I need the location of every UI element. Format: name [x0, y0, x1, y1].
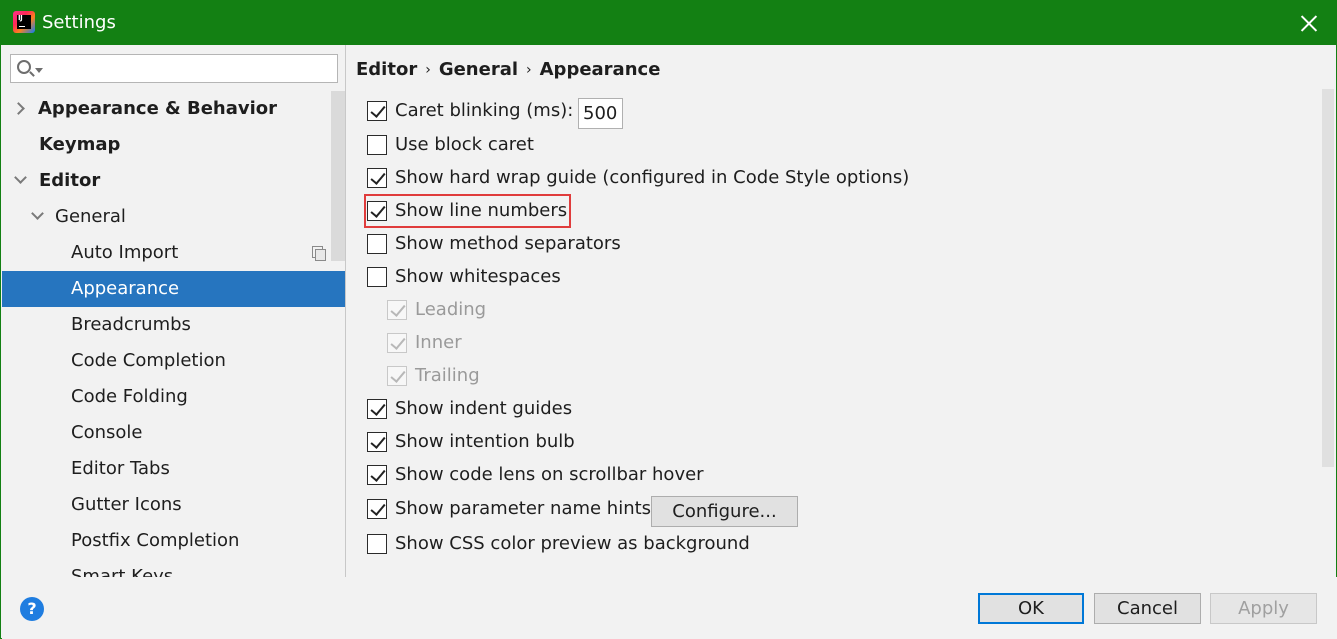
tree-item-label: Appearance: [71, 278, 180, 299]
dialog-footer: ? OK Cancel Apply: [2, 577, 1337, 639]
close-icon[interactable]: [1298, 12, 1320, 34]
option-label: Inner: [415, 332, 462, 353]
tree-item-general[interactable]: General: [2, 199, 330, 235]
ok-button[interactable]: OK: [978, 593, 1084, 624]
settings-tree-pane: Appearance & Behavior Keymap Editor Gene…: [2, 45, 346, 577]
tree-item-label: General: [55, 206, 126, 227]
tree-item-console[interactable]: Console: [2, 415, 330, 451]
tree-item-label: Gutter Icons: [71, 494, 182, 515]
tree-scrollbar[interactable]: [331, 91, 345, 261]
checkbox[interactable]: [367, 499, 387, 519]
tree-item-label: Postfix Completion: [71, 530, 240, 551]
apply-button: Apply: [1210, 593, 1317, 624]
tree-item-appearance[interactable]: Appearance: [2, 271, 345, 307]
tree-item-editor-tabs[interactable]: Editor Tabs: [2, 451, 330, 487]
configure-button[interactable]: Configure...: [651, 496, 798, 527]
option-label: Show parameter name hints: [395, 498, 652, 519]
tree-item-smart-keys[interactable]: Smart Keys: [2, 559, 330, 577]
checkbox[interactable]: [367, 534, 387, 554]
tree-item-auto-import[interactable]: Auto Import: [2, 235, 330, 271]
chevron-down-icon[interactable]: [31, 207, 44, 220]
settings-dialog: Settings Appearance & Behavior Keymap Ed…: [0, 0, 1337, 639]
settings-content-pane: Editor › General › Appearance Caret blinking…: [347, 45, 1336, 577]
chevron-down-icon[interactable]: [14, 171, 27, 184]
tree-item-label: Code Folding: [71, 386, 188, 407]
caret-blinking-ms-field[interactable]: 500: [578, 98, 623, 129]
option-label: Show whitespaces: [395, 266, 561, 287]
option-label: Show indent guides: [395, 398, 573, 419]
tree-item-code-folding[interactable]: Code Folding: [2, 379, 330, 415]
title-bar: Settings: [1, 1, 1336, 45]
option-label: Caret blinking (ms):: [395, 100, 574, 121]
tree-item-label: Smart Keys: [71, 566, 174, 577]
content-scrollbar[interactable]: [1322, 89, 1334, 467]
tree-item-label: Editor Tabs: [71, 458, 170, 479]
checkbox: [387, 333, 407, 353]
tree-item-breadcrumbs[interactable]: Breadcrumbs: [2, 307, 330, 343]
checkbox[interactable]: [367, 267, 387, 287]
breadcrumb-separator: ›: [425, 62, 431, 78]
checkbox[interactable]: [367, 135, 387, 155]
option-label: Show line numbers: [395, 200, 568, 221]
breadcrumb-separator: ›: [526, 62, 532, 78]
checkbox[interactable]: [367, 234, 387, 254]
checkbox: [387, 300, 407, 320]
tree-item-gutter-icons[interactable]: Gutter Icons: [2, 487, 330, 523]
tree-item-label: Breadcrumbs: [71, 314, 191, 335]
option-label: Show hard wrap guide (configured in Code…: [395, 167, 910, 188]
search-dropdown-icon[interactable]: [35, 68, 43, 73]
option-label: Trailing: [415, 365, 480, 386]
tree-item-label: Editor: [39, 170, 101, 191]
chevron-right-icon[interactable]: [12, 102, 25, 115]
option-label: Show method separators: [395, 233, 621, 254]
tree-item-editor[interactable]: Editor: [2, 163, 330, 199]
tree-item-label: Appearance & Behavior: [38, 98, 278, 119]
checkbox[interactable]: [367, 201, 387, 221]
checkbox[interactable]: [367, 101, 387, 121]
tree-item-appearance-behavior[interactable]: Appearance & Behavior: [2, 91, 330, 127]
search-input[interactable]: [10, 54, 338, 83]
option-label: Show code lens on scrollbar hover: [395, 464, 704, 485]
window-title: Settings: [42, 12, 116, 33]
checkbox[interactable]: [367, 168, 387, 188]
option-label: Show CSS color preview as background: [395, 533, 750, 554]
checkbox: [387, 366, 407, 386]
intellij-idea-icon: [13, 11, 35, 33]
option-label: Leading: [415, 299, 487, 320]
tree-item-label: Keymap: [39, 134, 121, 155]
tree-item-label: Code Completion: [71, 350, 226, 371]
breadcrumb-item: Appearance: [539, 59, 661, 80]
tree-item-keymap[interactable]: Keymap: [2, 127, 330, 163]
breadcrumb: Editor › General › Appearance: [356, 59, 660, 80]
copy-icon: [312, 246, 326, 261]
tree-item-label: Auto Import: [71, 242, 179, 263]
checkbox[interactable]: [367, 432, 387, 452]
checkbox[interactable]: [367, 465, 387, 485]
option-label: Show intention bulb: [395, 431, 575, 452]
help-icon[interactable]: ?: [20, 597, 44, 621]
search-icon: [17, 60, 31, 74]
cancel-button[interactable]: Cancel: [1094, 593, 1201, 624]
option-label: Use block caret: [395, 134, 534, 155]
checkbox[interactable]: [367, 399, 387, 419]
tree-item-code-completion[interactable]: Code Completion: [2, 343, 330, 379]
breadcrumb-item: Editor: [356, 59, 418, 80]
breadcrumb-item: General: [438, 59, 519, 80]
tree-item-label: Console: [71, 422, 143, 443]
tree-item-postfix-completion[interactable]: Postfix Completion: [2, 523, 330, 559]
